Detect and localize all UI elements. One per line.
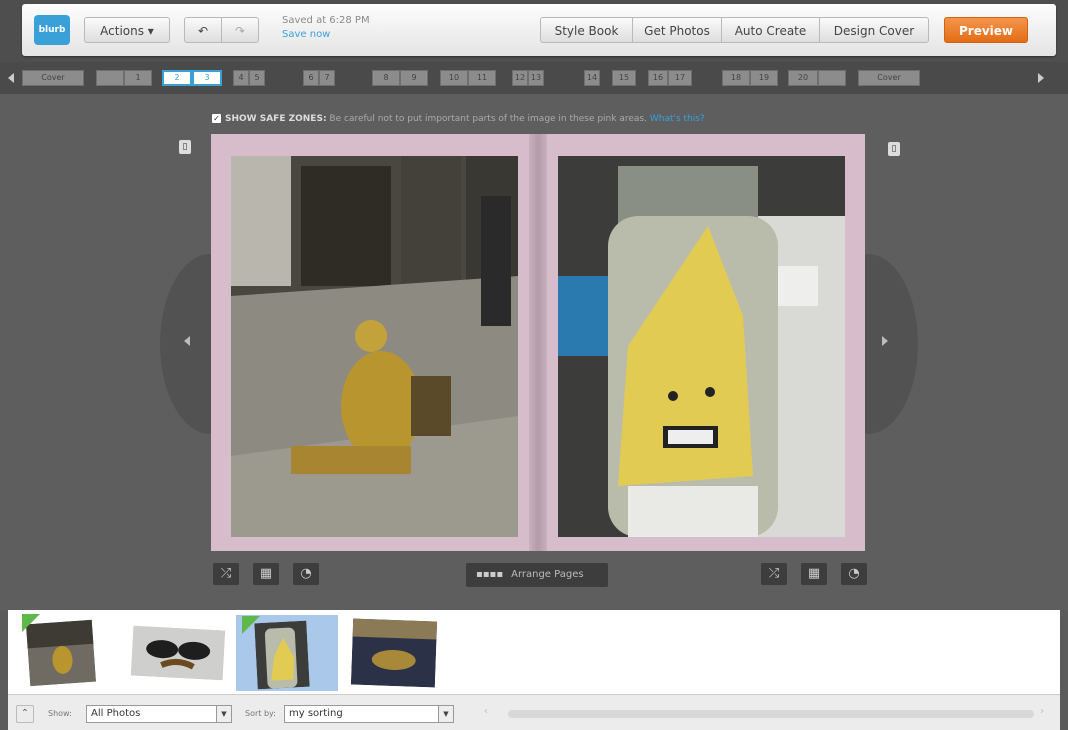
page-thumb-8[interactable]: 8	[372, 70, 400, 86]
page-thumb-cover-front[interactable]: Cover	[22, 70, 84, 86]
thumb-image	[130, 625, 226, 681]
right-page-icon[interactable]: ▯	[888, 142, 900, 156]
left-palette-button[interactable]: ◔	[293, 563, 319, 585]
thumb-image	[254, 620, 310, 690]
layout-icon: ▦	[259, 566, 273, 581]
book-spread	[211, 134, 865, 551]
actions-menu-button[interactable]: Actions ▾	[84, 17, 170, 43]
arrange-pages-label: Arrange Pages	[511, 569, 584, 580]
photo-thumb-bottle-face[interactable]	[254, 620, 310, 690]
photo-tray	[8, 610, 1060, 694]
left-page-photo[interactable]	[231, 156, 518, 537]
auto-create-button[interactable]: Auto Create	[721, 17, 820, 43]
used-check-icon	[22, 614, 40, 632]
page-thumb-19[interactable]: 19	[750, 70, 778, 86]
undo-button[interactable]: ↶	[184, 17, 222, 43]
style-book-button[interactable]: Style Book	[540, 17, 633, 43]
left-shuffle-button[interactable]: ⤮	[213, 563, 239, 585]
right-layout-button[interactable]: ▦	[801, 563, 827, 585]
save-now-link[interactable]: Save now	[282, 28, 370, 42]
arrange-pages-button[interactable]: ▪▪▪▪ Arrange Pages	[466, 563, 608, 587]
page-thumb-5[interactable]: 5	[249, 70, 265, 86]
tray-footer: ⌃ Show: All Photos ▼ Sort by: my sorting…	[8, 694, 1060, 730]
palette-icon: ◔	[848, 566, 860, 581]
safe-zones-message: Be careful not to put important parts of…	[329, 114, 647, 124]
page-thumb-13[interactable]: 13	[528, 70, 544, 86]
right-page-photo[interactable]	[558, 156, 845, 537]
page-thumb-18[interactable]: 18	[722, 70, 750, 86]
redo-button[interactable]: ↷	[221, 17, 259, 43]
shuffle-icon: ⤮	[220, 566, 232, 581]
page-thumb-11[interactable]: 11	[468, 70, 496, 86]
top-bar: blurb Actions ▾ ↶ ↷ Saved at 6:28 PM Sav…	[0, 0, 1068, 62]
get-photos-button[interactable]: Get Photos	[632, 17, 722, 43]
nav-left-arrow-icon[interactable]	[8, 73, 14, 83]
left-layout-button[interactable]: ▦	[253, 563, 279, 585]
workspace: ✓ SHOW SAFE ZONES: Be careful not to put …	[0, 94, 1068, 610]
next-spread-arrow-icon	[882, 336, 888, 346]
nav-right-arrow-icon[interactable]	[1038, 73, 1044, 83]
page-thumb-blank-end[interactable]	[818, 70, 846, 86]
save-status: Saved at 6:28 PM Save now	[282, 14, 370, 42]
blurb-logo: blurb	[34, 15, 70, 45]
palette-icon: ◔	[300, 566, 312, 581]
sort-value: my sorting	[289, 708, 343, 719]
gold-statue-photo-image	[231, 156, 518, 537]
design-cover-button[interactable]: Design Cover	[819, 17, 929, 43]
right-shuffle-button[interactable]: ⤮	[761, 563, 787, 585]
page-thumb-4[interactable]: 4	[233, 70, 249, 86]
toolbar-panel: blurb Actions ▾ ↶ ↷ Saved at 6:28 PM Sav…	[22, 4, 1056, 56]
show-label: Show:	[48, 709, 72, 718]
book-spine	[529, 134, 547, 551]
whats-this-link[interactable]: What's this?	[650, 114, 705, 124]
thumb-image	[350, 618, 438, 688]
left-page-icon[interactable]: ▯	[179, 140, 191, 154]
collapse-tray-button[interactable]: ⌃	[16, 705, 34, 723]
layout-icon: ▦	[807, 566, 821, 581]
page-thumb-1[interactable]: 1	[124, 70, 152, 86]
saved-time-text: Saved at 6:28 PM	[282, 15, 370, 26]
tray-scrollbar[interactable]	[508, 710, 1034, 718]
safe-zones-toggle[interactable]: ✓ SHOW SAFE ZONES: Be careful not to put …	[212, 114, 705, 124]
show-filter-value: All Photos	[91, 708, 141, 719]
page-thumb-3[interactable]: 3	[192, 70, 222, 86]
used-check-icon	[242, 616, 260, 634]
chevron-up-icon: ⌃	[20, 708, 30, 719]
page-navigator: Cover 1 2 3 4 5 6 7 8 9 10 11 12 13 14 1…	[0, 62, 1068, 94]
photo-thumb-sunglasses[interactable]	[130, 625, 226, 681]
photo-thumb-sign[interactable]	[350, 618, 438, 688]
page-thumb-2[interactable]: 2	[162, 70, 192, 86]
page-thumb-20[interactable]: 20	[788, 70, 818, 86]
page-thumb-17[interactable]: 17	[668, 70, 692, 86]
chevron-down-icon: ▼	[438, 706, 453, 722]
page-thumb-12[interactable]: 12	[512, 70, 528, 86]
show-filter-select[interactable]: All Photos ▼	[86, 705, 232, 723]
redo-icon: ↷	[234, 24, 246, 38]
safe-zones-checkbox[interactable]: ✓	[212, 114, 221, 123]
safe-zones-label: SHOW SAFE ZONES:	[225, 114, 327, 124]
grid-icon: ▪▪▪▪	[476, 569, 504, 580]
page-thumb-6[interactable]: 6	[303, 70, 319, 86]
page-thumb-7[interactable]: 7	[319, 70, 335, 86]
prev-spread-arrow-icon	[184, 336, 190, 346]
sort-label: Sort by:	[245, 709, 276, 718]
chevron-down-icon: ▼	[216, 706, 231, 722]
shuffle-icon: ⤮	[768, 566, 780, 581]
preview-button[interactable]: Preview	[944, 17, 1028, 43]
page-thumb-blank[interactable]	[96, 70, 124, 86]
page-thumb-10[interactable]: 10	[440, 70, 468, 86]
page-thumb-16[interactable]: 16	[648, 70, 668, 86]
page-thumb-14[interactable]: 14	[584, 70, 600, 86]
page-thumb-9[interactable]: 9	[400, 70, 428, 86]
page-thumb-15[interactable]: 15	[612, 70, 636, 86]
bottle-face-photo-image	[558, 156, 845, 537]
scroll-right-icon[interactable]: ›	[1040, 706, 1044, 717]
undo-icon: ↶	[197, 24, 209, 38]
sort-select[interactable]: my sorting ▼	[284, 705, 454, 723]
page-thumb-cover-back[interactable]: Cover	[858, 70, 920, 86]
right-palette-button[interactable]: ◔	[841, 563, 867, 585]
scroll-left-icon[interactable]: ‹	[484, 706, 488, 717]
